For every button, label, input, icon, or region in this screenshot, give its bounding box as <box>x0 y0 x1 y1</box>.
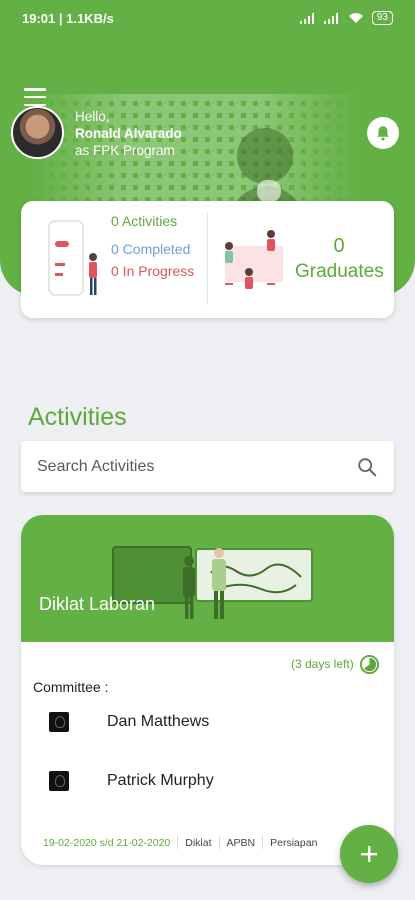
tag-divider <box>177 836 179 849</box>
plus-icon <box>361 846 377 862</box>
member-avatar <box>49 771 69 791</box>
user-role: as FPK Program <box>75 143 175 158</box>
member-name: Patrick Murphy <box>107 772 214 789</box>
activity-title: Diklat Laboran <box>39 594 156 614</box>
wifi-icon <box>348 13 363 23</box>
stats-card: 0 Activities 0 Completed 0 In Progress 0… <box>21 201 394 318</box>
committee-label: Committee : <box>33 679 109 695</box>
activity-banner: Diklat Laboran <box>21 515 394 642</box>
search-bar <box>21 441 394 492</box>
signal-icon-2 <box>323 12 338 24</box>
member-name: Dan Matthews <box>107 713 210 730</box>
graduates-label: Graduates <box>295 261 384 282</box>
user-name: Ronald Alvarado <box>75 126 182 141</box>
member-avatar <box>49 712 69 732</box>
activity-tags: 19-02-2020 s/d 21-02-2020 Diklat APBN Pe… <box>43 836 317 849</box>
completed-count: 0 Completed <box>111 241 191 257</box>
notification-button[interactable] <box>367 117 399 149</box>
committee-member: Patrick Murphy <box>49 771 214 791</box>
tag: Persiapan <box>270 836 318 849</box>
avatar[interactable] <box>11 106 64 159</box>
date-range: 19-02-2020 s/d 21-02-2020 <box>43 836 171 849</box>
status-icons: 93 <box>299 11 393 25</box>
menu-icon-bar <box>24 95 46 99</box>
graduates-illustration <box>225 230 283 289</box>
activity-card[interactable]: Diklat Laboran (3 days left) Committee :… <box>21 515 394 865</box>
greeting-hello: Hello, <box>75 109 110 124</box>
graduates-count: 0 <box>333 235 345 257</box>
add-activity-button[interactable] <box>340 825 398 883</box>
in-progress-count: 0 In Progress <box>111 263 195 279</box>
tag-divider <box>218 836 220 849</box>
clock-icon <box>359 654 380 675</box>
activities-illustration <box>48 220 97 296</box>
signal-icon <box>299 12 314 24</box>
menu-icon-bar <box>24 88 46 91</box>
status-bar: 19:01 | 1.1KB/s 93 <box>0 0 415 36</box>
search-icon[interactable] <box>356 456 378 478</box>
activities-count: 0 Activities <box>111 213 178 229</box>
banner-illustration <box>112 546 313 619</box>
search-input[interactable] <box>37 457 356 476</box>
section-title: Activities <box>28 403 127 431</box>
greeting: Hello, Ronald Alvarado as FPK Program <box>75 108 182 159</box>
days-left: (3 days left) <box>291 657 354 671</box>
stats-divider <box>207 213 208 305</box>
status-time-speed: 19:01 | 1.1KB/s <box>22 10 114 26</box>
tag: Diklat <box>185 836 212 849</box>
bell-icon <box>377 126 389 141</box>
committee-member: Dan Matthews <box>49 712 209 732</box>
tag-divider <box>262 836 264 849</box>
battery-icon: 93 <box>371 11 393 25</box>
tag: APBN <box>226 836 256 849</box>
menu-button[interactable] <box>24 88 46 106</box>
